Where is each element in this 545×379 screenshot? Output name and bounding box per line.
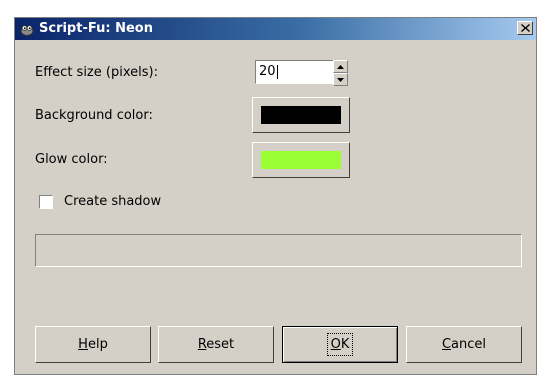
effect-size-value: 20 <box>259 64 276 79</box>
spin-down-button[interactable] <box>333 73 348 86</box>
effect-size-input[interactable]: 20 <box>255 60 335 84</box>
help-label-rest: elp <box>87 337 108 352</box>
glow-color-label: Glow color: <box>35 152 108 167</box>
script-fu-neon-dialog: Script-Fu: Neon Effect size (pixels): 20… <box>14 17 537 375</box>
text-caret <box>276 64 278 79</box>
effect-size-label: Effect size (pixels): <box>35 65 158 80</box>
help-button[interactable]: Help <box>35 326 151 363</box>
cancel-button-label: Cancel <box>442 337 486 352</box>
cancel-mnemonic: C <box>441 337 452 352</box>
cancel-label-rest: ancel <box>451 337 487 352</box>
cancel-button[interactable]: Cancel <box>406 326 522 363</box>
spin-up-button[interactable] <box>333 60 348 73</box>
gimp-wilber-icon <box>19 21 35 37</box>
ok-button-label: OK <box>326 333 354 356</box>
glow-color-swatch <box>261 151 341 169</box>
reset-button-label: Reset <box>198 337 234 352</box>
help-button-label: Help <box>78 337 108 352</box>
effect-size-spinner <box>333 60 348 86</box>
window-title: Script-Fu: Neon <box>39 21 153 36</box>
reset-button[interactable]: Reset <box>158 326 274 363</box>
reset-mnemonic: R <box>197 337 207 352</box>
glow-color-button[interactable] <box>252 142 350 178</box>
ok-button[interactable]: OK <box>282 326 398 363</box>
background-color-label: Background color: <box>35 108 153 123</box>
background-color-button[interactable] <box>252 97 350 133</box>
progress-bar <box>35 234 522 267</box>
help-mnemonic: H <box>78 337 88 352</box>
ok-mnemonic: O <box>330 337 341 352</box>
create-shadow-checkbox[interactable] <box>39 195 53 209</box>
reset-label-rest: eset <box>206 337 235 352</box>
create-shadow-label[interactable]: Create shadow <box>64 194 161 209</box>
close-button[interactable] <box>517 21 533 35</box>
background-color-swatch <box>261 106 341 124</box>
ok-label-rest: K <box>340 337 350 352</box>
close-icon <box>520 24 530 32</box>
spin-up-arrow-icon <box>337 64 344 69</box>
title-bar[interactable]: Script-Fu: Neon <box>15 18 536 40</box>
spin-down-arrow-icon <box>337 77 344 82</box>
